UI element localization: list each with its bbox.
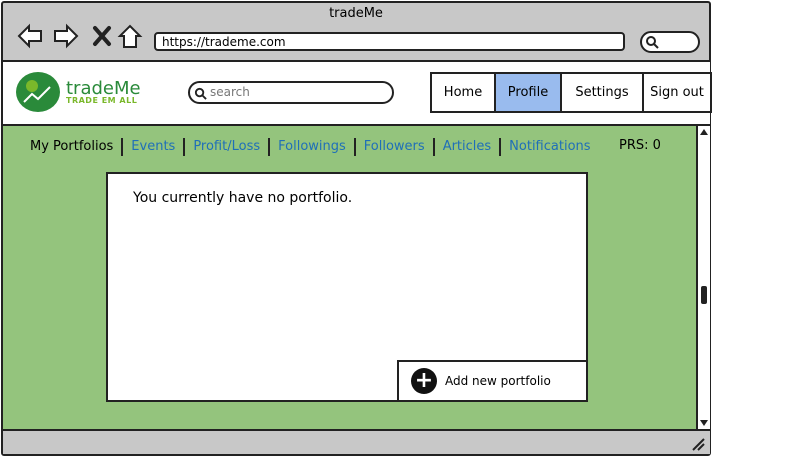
- empty-message: You currently have no portfolio.: [133, 190, 353, 206]
- search-input[interactable]: search: [188, 81, 394, 104]
- stop-icon[interactable]: [88, 22, 116, 50]
- main-nav: Home Profile Settings Sign out: [430, 72, 712, 113]
- tab-notifications[interactable]: Notifications: [499, 138, 598, 156]
- tab-profit-loss[interactable]: Profit/Loss: [183, 138, 268, 156]
- resize-grip-icon[interactable]: [690, 436, 706, 452]
- tab-followings[interactable]: Followings: [268, 138, 354, 156]
- tab-articles[interactable]: Articles: [432, 138, 499, 156]
- profile-tabs: My Portfolios Events Profit/Loss Followi…: [30, 137, 599, 157]
- url-bar[interactable]: https://trademe.com: [154, 32, 625, 51]
- vertical-scrollbar[interactable]: [696, 126, 710, 429]
- search-icon: [194, 87, 207, 100]
- prs-score: PRS: 0: [619, 138, 661, 153]
- nav-home[interactable]: Home: [432, 74, 496, 111]
- browser-search[interactable]: [640, 31, 700, 53]
- back-icon[interactable]: [16, 22, 44, 50]
- brand-tagline: TRADE EM ALL: [66, 96, 138, 105]
- status-bar: [3, 429, 710, 454]
- tab-my-portfolios[interactable]: My Portfolios: [30, 138, 121, 156]
- plus-icon: +: [411, 368, 437, 394]
- tab-events[interactable]: Events: [121, 138, 183, 156]
- nav-settings[interactable]: Settings: [562, 74, 644, 111]
- add-portfolio-label: Add new portfolio: [445, 374, 551, 388]
- add-portfolio-button[interactable]: + Add new portfolio: [397, 360, 588, 402]
- logo-icon: [23, 80, 51, 103]
- search-icon: [646, 36, 659, 49]
- logo: [16, 72, 60, 112]
- home-browser-icon[interactable]: [116, 22, 144, 50]
- tab-followers[interactable]: Followers: [353, 138, 433, 156]
- window-title: tradeMe: [329, 6, 383, 21]
- nav-sign-out[interactable]: Sign out: [644, 74, 710, 111]
- forward-icon[interactable]: [52, 22, 80, 50]
- nav-profile[interactable]: Profile: [496, 74, 562, 111]
- scrollbar-track: [700, 129, 708, 426]
